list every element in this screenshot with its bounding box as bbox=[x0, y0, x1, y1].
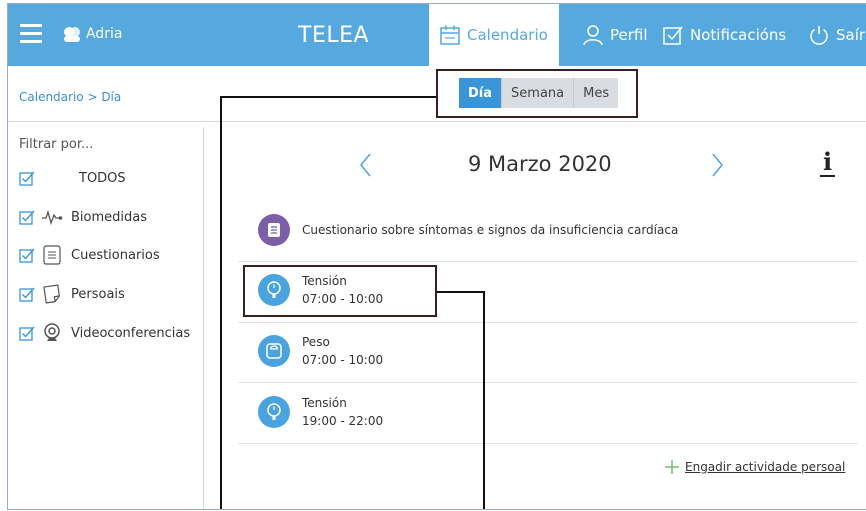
callout-line bbox=[220, 96, 222, 509]
blood-pressure-icon bbox=[258, 396, 290, 428]
calendar-icon bbox=[440, 25, 460, 45]
check-square-icon bbox=[663, 26, 683, 45]
questionnaire-icon bbox=[258, 214, 290, 246]
add-personal-activity-label: Engadir actividade persoal bbox=[685, 460, 846, 474]
callout-view-switcher bbox=[436, 69, 638, 118]
add-personal-activity-link[interactable]: Engadir actividade persoal bbox=[665, 460, 845, 474]
event-divider bbox=[238, 443, 858, 444]
chevron-left-icon[interactable] bbox=[353, 148, 377, 182]
callout-event bbox=[243, 265, 437, 317]
filter-label: Videoconferencias bbox=[71, 325, 191, 341]
chevron-right-icon[interactable] bbox=[706, 148, 730, 182]
checkbox-checked-icon[interactable] bbox=[19, 286, 35, 302]
event-time: 07:00 - 10:00 bbox=[302, 353, 384, 367]
event-divider bbox=[238, 382, 858, 383]
callout-line bbox=[437, 291, 485, 293]
event-divider bbox=[238, 322, 858, 323]
tab-sair-label: Saír bbox=[836, 26, 866, 44]
event-title: Peso bbox=[302, 335, 330, 349]
scale-icon bbox=[258, 335, 290, 367]
current-date: 9 Marzo 2020 bbox=[468, 152, 612, 176]
breadcrumb[interactable]: Calendario > Día bbox=[19, 90, 121, 104]
checkbox-checked-icon[interactable] bbox=[19, 170, 35, 186]
tab-calendario-label: Calendario bbox=[467, 26, 548, 44]
webcam-icon bbox=[41, 322, 63, 344]
tab-notificacions-label: Notificacións bbox=[690, 26, 787, 44]
tab-perfil[interactable]: Perfil bbox=[572, 4, 658, 66]
filter-biomedidas[interactable]: Biomedidas bbox=[19, 206, 147, 228]
tab-sair[interactable]: Saír bbox=[798, 4, 866, 66]
event-item[interactable]: Tensión 19:00 - 22:00 bbox=[238, 394, 858, 430]
event-text: Peso 07:00 - 10:00 bbox=[302, 333, 383, 369]
app-title: TELEA bbox=[298, 23, 370, 48]
app-window: Adria TELEA Calendario Perfil Notificaci… bbox=[7, 3, 866, 510]
power-icon bbox=[810, 26, 828, 45]
user-menu[interactable]: Adria bbox=[62, 25, 122, 43]
user-icon bbox=[583, 25, 603, 46]
filter-videoconferencias[interactable]: Videoconferencias bbox=[19, 322, 190, 344]
callout-line bbox=[220, 96, 436, 98]
filter-title: Filtrar por... bbox=[19, 137, 94, 152]
event-title: Tensión bbox=[302, 396, 347, 410]
sidebar-divider bbox=[203, 127, 204, 509]
filter-todos[interactable]: TODOS bbox=[19, 170, 126, 186]
user-group-icon bbox=[64, 27, 80, 42]
tab-notificacions[interactable]: Notificacións bbox=[652, 4, 796, 66]
checkbox-checked-icon[interactable] bbox=[19, 247, 35, 263]
event-item[interactable]: Cuestionario sobre síntomas e signos da … bbox=[238, 214, 858, 246]
filter-label: Persoais bbox=[71, 286, 125, 302]
event-item[interactable]: Peso 07:00 - 10:00 bbox=[238, 333, 858, 369]
tab-calendario[interactable]: Calendario bbox=[429, 4, 559, 66]
note-icon bbox=[41, 283, 63, 305]
filter-label: Cuestionarios bbox=[71, 247, 160, 263]
hamburger-menu-icon[interactable] bbox=[20, 24, 42, 44]
event-text: Tensión 19:00 - 22:00 bbox=[302, 394, 383, 430]
callout-line bbox=[483, 291, 485, 509]
tab-perfil-label: Perfil bbox=[610, 26, 648, 44]
top-bar: Adria TELEA Calendario Perfil Notificaci… bbox=[8, 4, 866, 66]
event-time: 19:00 - 22:00 bbox=[302, 414, 384, 428]
pulse-icon bbox=[41, 206, 63, 228]
header-divider bbox=[8, 121, 866, 122]
event-title: Cuestionario sobre síntomas e signos da … bbox=[302, 223, 679, 237]
checkbox-checked-icon[interactable] bbox=[19, 209, 35, 225]
checkbox-checked-icon[interactable] bbox=[19, 325, 35, 341]
filter-cuestionarios[interactable]: Cuestionarios bbox=[19, 244, 160, 266]
filter-label: TODOS bbox=[79, 170, 126, 186]
document-icon bbox=[41, 244, 63, 266]
filter-label: Biomedidas bbox=[71, 209, 148, 225]
info-button[interactable]: i bbox=[820, 149, 836, 177]
event-divider bbox=[238, 261, 858, 262]
filter-persoais[interactable]: Persoais bbox=[19, 283, 125, 305]
user-name: Adria bbox=[86, 26, 123, 42]
plus-icon bbox=[665, 460, 679, 474]
